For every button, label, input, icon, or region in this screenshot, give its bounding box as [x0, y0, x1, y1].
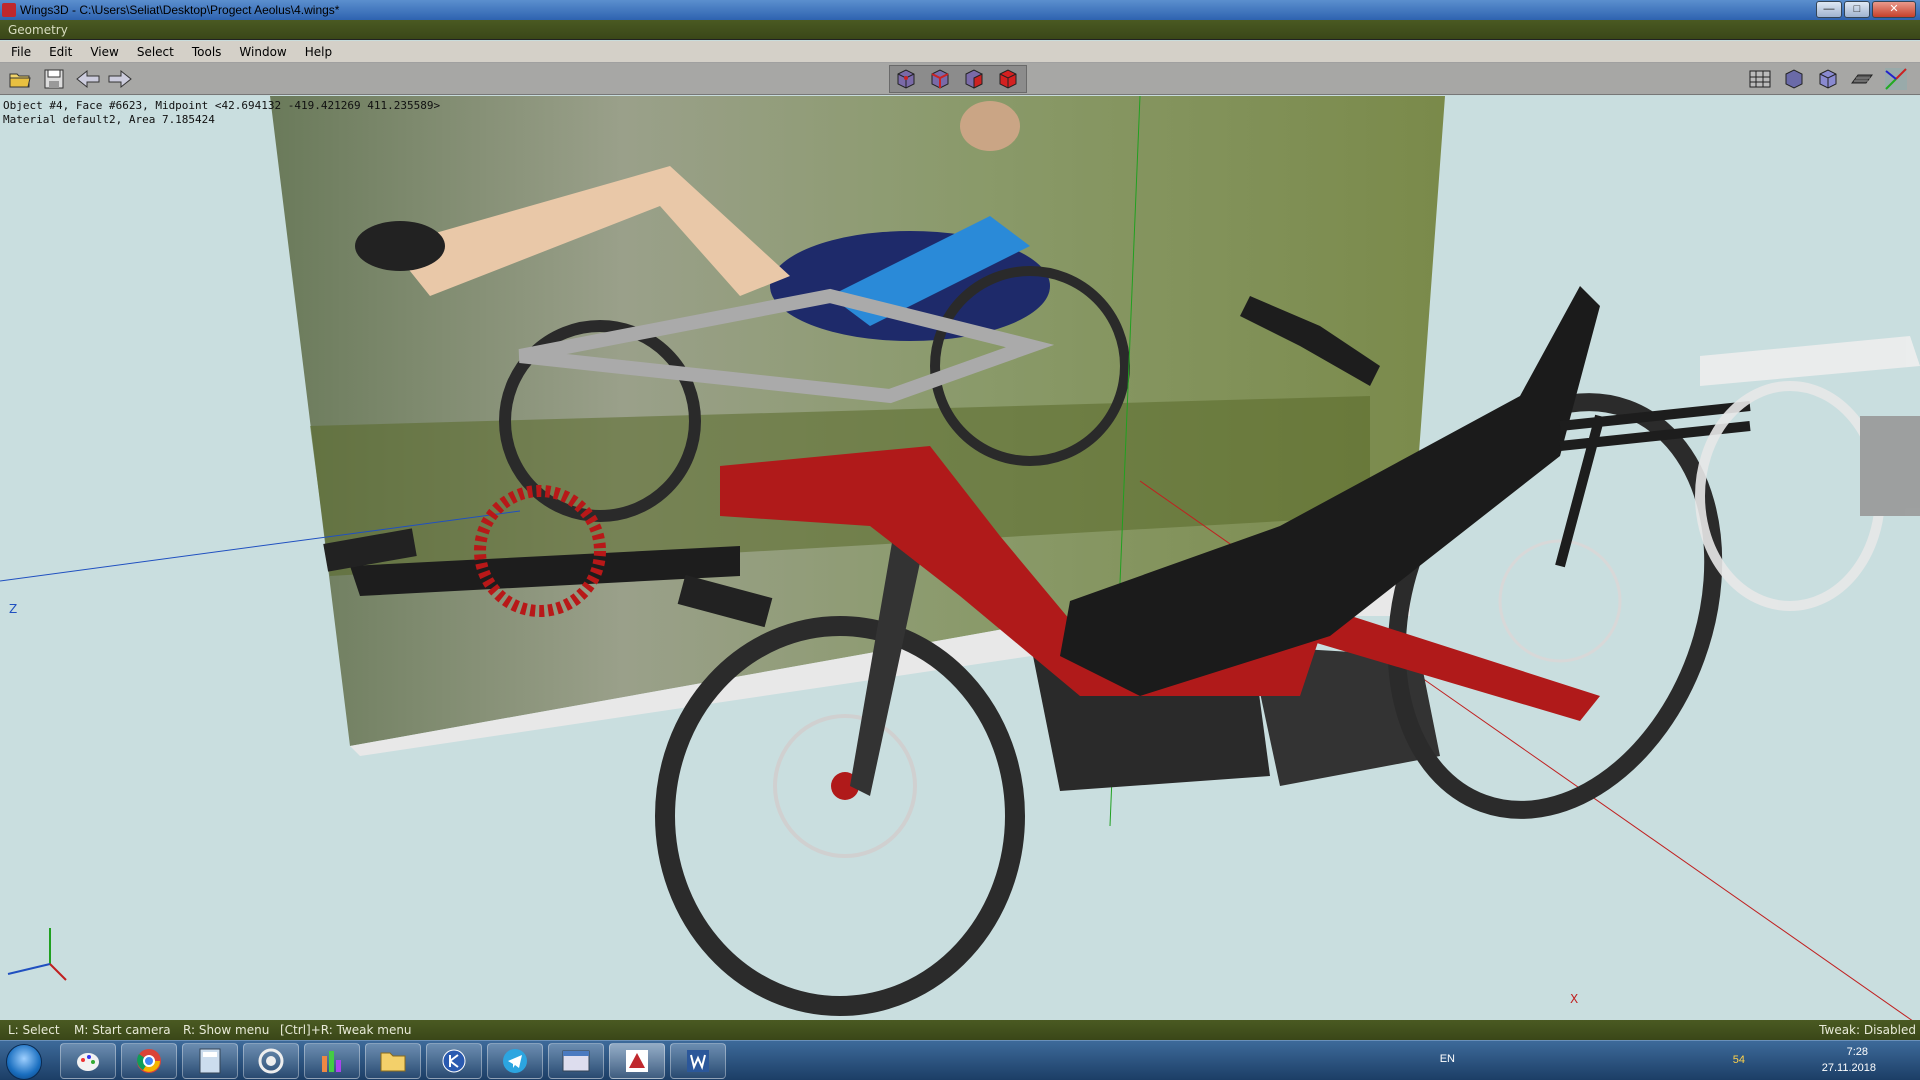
- menu-window[interactable]: Window: [230, 41, 295, 62]
- menu-help[interactable]: Help: [296, 41, 341, 62]
- redo-icon[interactable]: [106, 66, 134, 92]
- object-mode-icon[interactable]: [994, 66, 1022, 92]
- status-bar: L: Select M: Start camera R: Show menu […: [0, 1020, 1920, 1040]
- 3d-viewport[interactable]: Object #4, Face #6623, Midpoint <42.6941…: [0, 96, 1920, 1020]
- maximize-button[interactable]: □: [1844, 1, 1870, 18]
- geometry-window-header[interactable]: Geometry: [0, 20, 1920, 40]
- start-button[interactable]: [6, 1044, 42, 1080]
- wings3d-icon[interactable]: [609, 1043, 665, 1079]
- face-mode-icon[interactable]: [960, 66, 988, 92]
- close-button[interactable]: ✕: [1872, 1, 1916, 18]
- handlebar: [1240, 296, 1380, 386]
- minimize-button[interactable]: —: [1816, 1, 1842, 18]
- wireframe-toggle-icon[interactable]: [1746, 66, 1774, 92]
- bike-model: [323, 286, 1920, 1016]
- window-title: Wings3D - C:\Users\Seliat\Desktop\Progec…: [20, 3, 340, 17]
- material-info-line: Material default2, Area 7.185424: [3, 113, 215, 126]
- pedal-right: [677, 574, 773, 628]
- reference-white-bike: [1695, 336, 1920, 611]
- undo-icon[interactable]: [74, 66, 102, 92]
- calculator-icon[interactable]: [182, 1043, 238, 1079]
- open-icon[interactable]: [6, 66, 34, 92]
- save-icon[interactable]: [40, 66, 68, 92]
- toolbar: [0, 63, 1920, 95]
- window-app-icon[interactable]: [548, 1043, 604, 1079]
- tray-badge-count[interactable]: 54: [1733, 1054, 1745, 1066]
- edge-mode-icon[interactable]: [926, 66, 954, 92]
- window-titlebar[interactable]: Wings3D - C:\Users\Seliat\Desktop\Progec…: [0, 0, 1920, 20]
- hint-tweak-menu: [Ctrl]+R: Tweak menu: [280, 1023, 412, 1037]
- hint-menu: R: Show menu: [183, 1023, 270, 1037]
- vertex-mode-icon[interactable]: [892, 66, 920, 92]
- selection-info-line: Object #4, Face #6623, Midpoint <42.6941…: [3, 99, 441, 112]
- axes-icon[interactable]: [1882, 66, 1910, 92]
- front-wheel: [655, 616, 1025, 1016]
- word-icon[interactable]: [670, 1043, 726, 1079]
- tweak-status: Tweak: Disabled: [1819, 1023, 1916, 1037]
- ground-plane-icon[interactable]: [1848, 66, 1876, 92]
- language-indicator[interactable]: EN: [1440, 1053, 1455, 1065]
- axis-gizmo: [7, 928, 67, 981]
- menu-file[interactable]: File: [2, 41, 40, 62]
- wings3d-app-icon: [2, 3, 16, 17]
- clock-time[interactable]: 7:28: [1847, 1046, 1868, 1058]
- hint-camera: M: Start camera: [74, 1023, 171, 1037]
- chrome-icon[interactable]: [121, 1043, 177, 1079]
- kompas-icon[interactable]: [426, 1043, 482, 1079]
- chainring: [474, 485, 606, 617]
- smooth-shading-icon[interactable]: [1780, 66, 1808, 92]
- clock-date[interactable]: 27.11.2018: [1822, 1062, 1876, 1074]
- menu-view[interactable]: View: [81, 41, 127, 62]
- z-axis-label: Z: [9, 602, 18, 616]
- folder-icon[interactable]: [365, 1043, 421, 1079]
- hint-select: L: Select: [8, 1023, 60, 1037]
- flat-shading-icon[interactable]: [1814, 66, 1842, 92]
- telegram-icon[interactable]: [487, 1043, 543, 1079]
- menu-edit[interactable]: Edit: [40, 41, 81, 62]
- cura-icon[interactable]: [243, 1043, 299, 1079]
- menu-select[interactable]: Select: [128, 41, 183, 62]
- menu-tools[interactable]: Tools: [183, 41, 231, 62]
- menu-bar: File Edit View Select Tools Window Help: [0, 41, 1920, 63]
- wings3d-window: Wings3D - C:\Users\Seliat\Desktop\Progec…: [0, 0, 1920, 1080]
- paint-icon[interactable]: [60, 1043, 116, 1079]
- windows-taskbar: EN 54 7:28 27.11.2018: [0, 1040, 1920, 1080]
- chart-app-icon[interactable]: [304, 1043, 360, 1079]
- x-axis-label: X: [1570, 992, 1579, 1006]
